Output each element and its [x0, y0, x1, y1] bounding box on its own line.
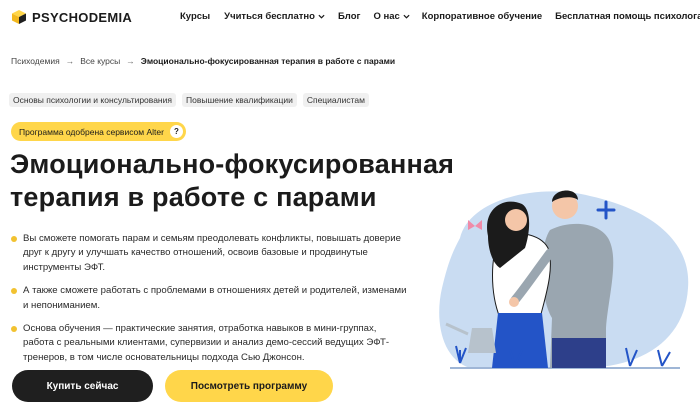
list-item: Основа обучения — практические занятия, … [10, 322, 410, 365]
couple-illustration [439, 190, 689, 369]
chevron-down-icon [318, 14, 325, 19]
nav-about[interactable]: О нас [373, 11, 410, 22]
nav-free-help[interactable]: Бесплатная помощь психолога [555, 11, 700, 22]
watering-can [468, 328, 496, 353]
nav-learn-free[interactable]: Учиться бесплатно [224, 11, 325, 22]
brand-name: PSYCHODEMIA [32, 9, 133, 25]
list-item: А также сможете работать с проблемами в … [10, 284, 410, 313]
bullet-dot-icon [11, 236, 17, 242]
help-icon[interactable]: ? [169, 125, 183, 138]
course-tags: Основы психологии и консультирования Пов… [9, 93, 369, 107]
chevron-down-icon [403, 14, 410, 19]
nav-blog[interactable]: Блог [338, 11, 361, 22]
bullet-dot-icon [11, 288, 17, 295]
breadcrumb-all-courses[interactable]: Все курсы [80, 56, 120, 66]
alter-approval-badge: Программа одобрена сервисом Alter ? [11, 122, 186, 141]
main-nav: Курсы Учиться бесплатно Блог О нас Корпо… [180, 11, 700, 22]
tag-qualification[interactable]: Повышение квалификации [181, 93, 297, 107]
psychodemia-logo-icon [12, 10, 26, 24]
breadcrumb-home[interactable]: Психодемия [11, 56, 60, 66]
site-header: PSYCHODEMIA Курсы Учиться бесплатно Блог… [0, 0, 700, 36]
breadcrumb-separator: → [65, 56, 75, 66]
badge-text: Программа одобрена сервисом Alter [19, 126, 164, 137]
nav-corporate[interactable]: Корпоративное обучение [422, 11, 542, 22]
list-item: Вы сможете помогать парам и семьям преод… [10, 232, 410, 275]
breadcrumb-current: Эмоционально-фокусированная терапия в ра… [140, 56, 396, 66]
breadcrumb-separator: → [126, 56, 135, 66]
bullet-dot-icon [11, 326, 17, 333]
buy-now-button[interactable]: Купить сейчас [12, 370, 153, 402]
breadcrumb: Психодемия → Все курсы → Эмоционально-фо… [11, 56, 395, 66]
course-benefits-list: Вы сможете помогать парам и семьям преод… [10, 232, 410, 374]
nav-courses[interactable]: Курсы [180, 11, 210, 22]
tag-psychology-basics[interactable]: Основы психологии и консультирования [9, 93, 176, 107]
view-program-button[interactable]: Посмотреть программу [165, 370, 333, 402]
logo[interactable]: PSYCHODEMIA [11, 9, 132, 25]
tag-specialists[interactable]: Специалистам [302, 93, 369, 107]
